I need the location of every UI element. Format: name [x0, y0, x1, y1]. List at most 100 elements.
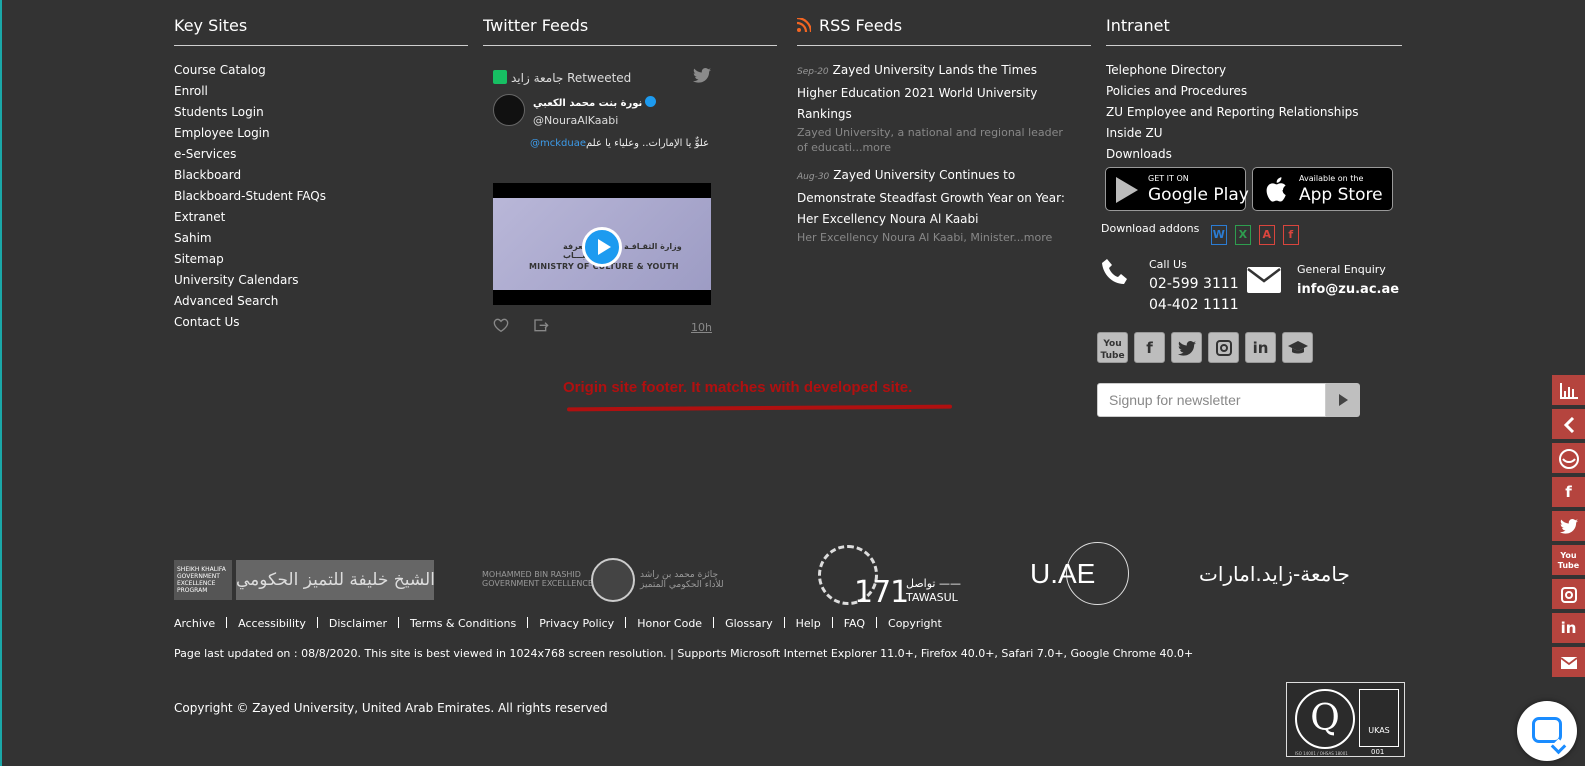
key-site-link[interactable]: Enroll [174, 81, 468, 102]
heart-icon[interactable] [493, 318, 509, 332]
linkedin-icon[interactable]: in [1245, 332, 1276, 363]
intranet-column: Intranet Telephone Directory Policies an… [1106, 0, 1402, 165]
chat-widget-button[interactable] [1517, 701, 1577, 761]
tweet-body: علوٌّ يا الإمارات.. وعلياء يا علم [586, 138, 710, 149]
share-icon[interactable] [1552, 443, 1585, 475]
enquiry-email[interactable]: info@zu.ac.ae [1297, 282, 1399, 297]
intranet-link[interactable]: ZU Employee and Reporting Relationships [1106, 102, 1402, 123]
rss-more-link[interactable]: more [862, 141, 891, 154]
key-site-link[interactable]: University Calendars [174, 270, 468, 291]
uae-logo[interactable]: U.AE [1028, 542, 1130, 606]
key-site-link[interactable]: Course Catalog [174, 60, 468, 81]
footer-link[interactable]: Copyright [888, 617, 942, 630]
key-site-link[interactable]: Blackboard [174, 165, 468, 186]
ukas-mark: UKAS [1359, 689, 1399, 747]
footer-link[interactable]: Accessibility [238, 617, 306, 630]
tweet-time[interactable]: 10h [691, 321, 712, 334]
footer-link[interactable]: Archive [174, 617, 215, 630]
footer-link[interactable]: Help [796, 617, 821, 630]
key-sites-list: Course Catalog Enroll Students Login Emp… [174, 60, 468, 333]
mbr-award-logo[interactable]: MOHAMMED BIN RASHID GOVERNMENT EXCELLENC… [482, 558, 744, 602]
tweet-mention[interactable]: @mckduae [530, 138, 586, 149]
rss-more-link[interactable]: more [1024, 231, 1053, 244]
twitter-bird-icon[interactable] [693, 68, 711, 83]
newsletter-input[interactable]: Signup for newsletter [1097, 383, 1326, 417]
rss-item-title[interactable]: Zayed University Lands the Times Higher … [797, 63, 1037, 121]
app-store-big: App Store [1299, 185, 1383, 205]
rss-title: RSS Feeds [819, 16, 903, 35]
tawasul-ar: تواصل —— [906, 577, 961, 590]
chevron-left-icon[interactable] [1552, 409, 1585, 441]
retweet-icon [493, 70, 507, 84]
footer-link[interactable]: Glossary [725, 617, 773, 630]
program-logo-ar: برنامج الشيخ خليفة للتميز الحكومي [236, 560, 434, 600]
rss-date: Aug-30 [797, 172, 830, 182]
graduation-cap-icon[interactable] [1282, 332, 1313, 363]
intranet-link[interactable]: Downloads [1106, 144, 1402, 165]
tweet-author-name[interactable]: نورة بنت محمد الكعبي [533, 96, 657, 109]
instagram-icon[interactable] [1552, 579, 1585, 611]
pdf-alt-icon[interactable]: f [1282, 225, 1299, 245]
pdf-icon[interactable]: A [1258, 225, 1275, 245]
rss-item-title[interactable]: Zayed University Continues to Demonstrat… [797, 168, 1065, 226]
youtube-icon[interactable]: You Tube [1552, 545, 1585, 577]
google-play-big: Google Play [1148, 185, 1249, 205]
key-site-link[interactable]: Employee Login [174, 123, 468, 144]
separator [713, 617, 715, 628]
envelope-icon [1247, 267, 1281, 293]
twitter-icon[interactable] [1552, 511, 1585, 543]
key-site-link[interactable]: Contact Us [174, 312, 468, 333]
twitter-icon[interactable] [1171, 332, 1202, 363]
intranet-link[interactable]: Telephone Directory [1106, 60, 1402, 81]
instagram-icon[interactable] [1208, 332, 1239, 363]
key-site-link[interactable]: Extranet [174, 207, 468, 228]
tawasul-logo[interactable]: 171 تواصل —— TAWASUL [818, 545, 961, 610]
share-icon[interactable] [533, 318, 549, 332]
author-name-text: نورة بنت محمد الكعبي [533, 98, 643, 109]
key-site-link[interactable]: Advanced Search [174, 291, 468, 312]
footer-link[interactable]: Honor Code [637, 617, 702, 630]
phone-number[interactable]: 02-599 3111 [1149, 276, 1239, 292]
zu-arabic-logo[interactable]: جامعة-زايد.امارات [1199, 562, 1350, 586]
cert-text: ISO 14001 / OHSAS 18001 [1295, 751, 1348, 756]
footer-link[interactable]: Terms & Conditions [410, 617, 516, 630]
chart-icon[interactable] [1552, 375, 1585, 407]
envelope-icon[interactable] [1552, 647, 1585, 679]
facebook-icon[interactable]: f [1552, 477, 1585, 509]
rss-title-row: RSS Feeds [797, 0, 1091, 46]
facebook-icon[interactable]: f [1134, 332, 1165, 363]
footer-link[interactable]: Disclaimer [329, 617, 387, 630]
verified-icon [645, 96, 657, 107]
cert-number: 001 [1371, 748, 1385, 756]
footer-link[interactable]: Privacy Policy [539, 617, 614, 630]
tweet-video[interactable]: وزارة الثقـافـة وتنمية المعرفة والشبـــا… [493, 183, 711, 305]
sheikh-khalifa-program-logo[interactable]: SHEIKH KHALIFA GOVERNMENT EXCELLENCE PRO… [174, 560, 434, 600]
newsletter-submit-button[interactable] [1326, 383, 1360, 417]
google-play-badge[interactable]: GET IT ON Google Play [1105, 167, 1249, 211]
word-icon[interactable]: W [1210, 225, 1227, 245]
intranet-title: Intranet [1106, 0, 1402, 46]
footer-link[interactable]: FAQ [844, 617, 865, 630]
annotation-underline [566, 404, 953, 412]
apple-icon [1266, 177, 1286, 202]
app-store-badge[interactable]: Available on the App Store [1252, 167, 1393, 211]
youtube-icon[interactable]: You Tube [1097, 332, 1128, 363]
tawasul-en: TAWASUL [906, 591, 958, 604]
tweet-author-handle[interactable]: @NouraAlKaabi [533, 114, 618, 127]
intranet-link[interactable]: Inside ZU [1106, 123, 1402, 144]
rss-desc: Her Excellency Noura Al Kaabi, Minister.… [797, 230, 1077, 245]
separator [876, 617, 878, 628]
linkedin-icon[interactable]: in [1552, 613, 1585, 645]
intranet-link[interactable]: Policies and Procedures [1106, 81, 1402, 102]
program-logo-en: SHEIKH KHALIFA GOVERNMENT EXCELLENCE PRO… [174, 560, 232, 600]
key-site-link[interactable]: Sahim [174, 228, 468, 249]
phone-number[interactable]: 04-402 1111 [1149, 297, 1239, 313]
retweeted-by-text: جامعة زايد Retweeted [511, 71, 632, 85]
key-site-link[interactable]: e-Services [174, 144, 468, 165]
key-site-link[interactable]: Students Login [174, 102, 468, 123]
play-icon[interactable] [582, 227, 622, 267]
key-site-link[interactable]: Blackboard-Student FAQs [174, 186, 468, 207]
excel-icon[interactable]: X [1234, 225, 1251, 245]
key-site-link[interactable]: Sitemap [174, 249, 468, 270]
avatar[interactable] [493, 94, 525, 126]
